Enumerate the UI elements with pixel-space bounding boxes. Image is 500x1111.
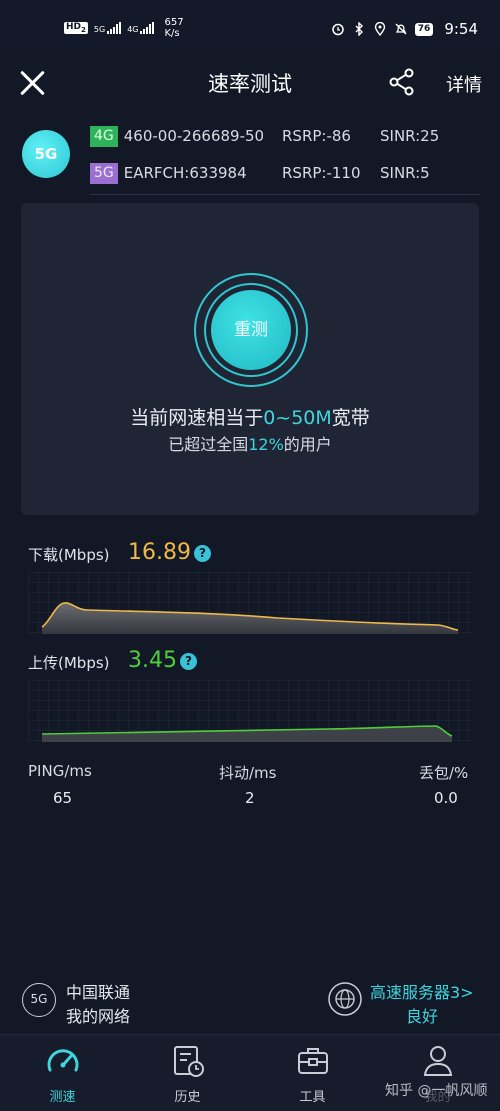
bluetooth-icon — [352, 21, 366, 37]
packet-loss-label: 丢包/% — [419, 764, 469, 782]
share-icon[interactable] — [388, 68, 416, 96]
carrier-network-badge: 5G — [22, 983, 56, 1017]
nav-label-speedtest: 测速 — [49, 1090, 76, 1105]
download-help-icon[interactable]: ? — [194, 545, 211, 562]
server-select-link[interactable]: 高速服务器3> — [370, 979, 474, 1003]
bandwidth-range: 0~50M — [263, 407, 332, 429]
server-status: 良好 — [406, 1007, 439, 1026]
earfcn-5g: EARFCH:633984 — [123, 164, 247, 182]
signal-4g-icon: 4G — [127, 22, 155, 34]
alarm-icon — [331, 22, 345, 36]
nav-item-history[interactable]: 历史 — [125, 1035, 250, 1111]
page-title: 速率测试 — [208, 72, 292, 96]
cell-info-4g: 4G 460-00-266689-50 RSRP:-86 SINR:25 — [90, 124, 439, 148]
watermark: 知乎 @一帆风顺 — [385, 1083, 488, 1099]
nav-label-history: 历史 — [174, 1090, 201, 1105]
ranking-text: 已超过全国12%的用户 — [168, 435, 332, 454]
nav-label-tools: 工具 — [299, 1090, 326, 1105]
divider — [90, 194, 480, 195]
cell-id-4g: 460-00-266689-50 — [123, 127, 265, 145]
upload-chart — [28, 680, 472, 742]
history-icon — [174, 1046, 204, 1077]
battery-icon: 76 — [414, 22, 434, 36]
tag-5g: 5G — [90, 162, 118, 184]
signal-5g-icon: 5G — [94, 22, 122, 34]
upload-value: 3.45 — [128, 648, 177, 673]
my-network-label: 我的网络 — [66, 1007, 131, 1026]
packet-loss-value: 0.0 — [434, 789, 458, 807]
user-icon — [423, 1046, 453, 1076]
retest-button[interactable]: 重测 — [211, 290, 291, 370]
speed-test-screen: HD2 5G 4G 657 K/s 76 9:54 速率测试 详情 5G 4G … — [0, 0, 500, 1111]
ping-value: 65 — [53, 789, 73, 807]
nav-item-tools[interactable]: 工具 — [250, 1035, 375, 1111]
carrier-name: 中国联通 — [66, 983, 131, 1002]
sinr-4g: SINR:25 — [380, 127, 440, 145]
toolbox-icon — [298, 1048, 328, 1074]
detail-button[interactable]: 详情 — [446, 71, 482, 97]
top-bar: 速率测试 详情 — [0, 50, 500, 114]
status-bar: HD2 5G 4G 657 K/s 76 9:54 — [0, 0, 500, 50]
rsrp-4g: RSRP:-86 — [282, 127, 351, 145]
result-card: 重测 当前网速相当于0~50M宽带 已超过全国12%的用户 — [21, 203, 479, 515]
cell-info-5g: 5G EARFCH:633984 RSRP:-110 SINR:5 — [90, 161, 430, 185]
download-value: 16.89 — [128, 540, 191, 565]
sinr-5g: SINR:5 — [380, 164, 430, 182]
location-icon — [373, 21, 387, 37]
jitter-label: 抖动/ms — [219, 764, 277, 782]
ranking-percent: 12% — [248, 435, 284, 454]
download-label: 下载(Mbps) — [28, 546, 110, 564]
network-type-badge: 5G — [22, 130, 70, 178]
hd-indicator: HD2 — [64, 22, 88, 34]
mute-bell-icon — [394, 22, 408, 36]
ping-label: PING/ms — [28, 762, 92, 780]
jitter-value: 2 — [245, 789, 255, 807]
clock: 9:54 — [444, 20, 478, 38]
upload-help-icon[interactable]: ? — [180, 653, 197, 670]
rsrp-5g: RSRP:-110 — [282, 164, 361, 182]
download-chart — [28, 572, 472, 634]
speed-equivalent-text: 当前网速相当于0~50M宽带 — [130, 407, 370, 429]
network-info: 5G 4G 460-00-266689-50 RSRP:-86 SINR:25 … — [0, 118, 500, 196]
network-speed-indicator: 657 K/s — [164, 17, 184, 39]
globe-icon — [328, 982, 362, 1016]
speedometer-icon — [47, 1049, 79, 1072]
upload-label: 上传(Mbps) — [28, 654, 110, 672]
nav-item-speedtest[interactable]: 测速 — [0, 1035, 125, 1111]
tag-4g: 4G — [90, 125, 118, 147]
